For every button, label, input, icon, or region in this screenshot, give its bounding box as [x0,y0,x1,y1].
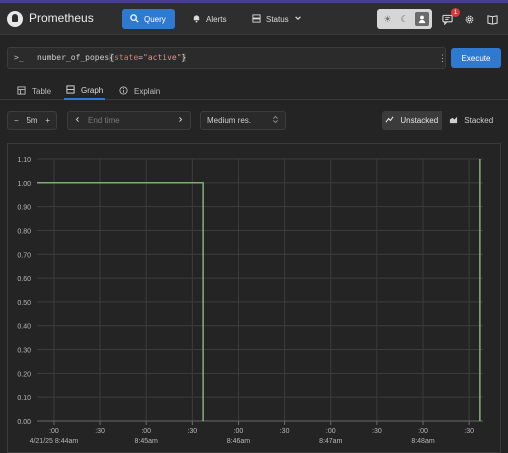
gear-icon[interactable] [462,12,476,26]
y-tick-label: 0.40 [17,324,31,331]
y-tick-label: 0.30 [17,348,31,355]
info-icon [119,86,128,97]
x-tick-label: :30 [95,428,105,435]
x-tick-label: :30 [280,428,290,435]
y-tick-label: 0.50 [17,300,31,307]
time-series-chart[interactable]: 0.00 0.10 0.20 0.30 0.40 0.50 0.60 0.70 0.80 0.90… [8,144,502,453]
metric-name: number_of_popes [37,53,110,62]
y-tick-label: 0.80 [17,228,31,235]
view-tabs: Table Graph Explain [0,80,508,100]
unstacked-chart-icon [385,115,394,126]
user-theme-icon[interactable] [414,12,429,26]
tab-explain[interactable]: Explain [117,83,162,100]
x-tick-label: :00 [234,428,244,435]
notification-badge: 1 [451,8,460,17]
y-tick-label: 0.90 [17,205,31,212]
label-value: "active" [143,53,182,62]
y-tick-label: 0.60 [17,276,31,283]
server-icon [252,13,261,25]
brand-title: Prometheus [29,11,94,25]
close-brace: } [181,53,187,62]
nav-alerts-button[interactable]: Alerts [184,9,234,29]
moon-icon[interactable]: ☾ [398,12,412,26]
x-tick-label: :00 [49,428,59,435]
increase-range-button[interactable]: + [45,116,50,125]
x-tick-label: :00 [418,428,428,435]
nav-query-label: Query [144,14,166,24]
resolution-select[interactable]: Medium res. [200,111,286,130]
stacked-label: Stacked [464,116,494,125]
x-tick-label: :00 [141,428,151,435]
more-options-icon[interactable]: ⋮ [438,53,447,64]
tab-graph[interactable]: Graph [64,83,106,100]
tab-table[interactable]: Table [15,83,53,100]
graph-panel: 0.00 0.10 0.20 0.30 0.40 0.50 0.60 0.70 0.80 0.90… [7,143,501,453]
chevron-down-icon [294,14,302,24]
search-icon [130,13,139,25]
x-tick-label: :30 [464,428,474,435]
end-time-picker: End time [67,111,191,130]
range-value[interactable]: 5m [26,116,37,125]
stacking-toggle: Unstacked Stacked [382,111,501,130]
sun-icon[interactable]: ☀ [381,12,395,26]
end-time-input[interactable]: End time [88,116,170,125]
label-name: state [114,53,139,62]
nav-status-dropdown[interactable]: Status [244,9,310,29]
x-tick-label: :00 [326,428,336,435]
x-tick-label: :30 [187,428,197,435]
nav-query-button[interactable]: Query [122,9,175,29]
stacked-chart-icon [449,115,458,126]
nav-status-label: Status [266,14,289,24]
y-tick-label: 0.10 [17,395,31,402]
tab-table-label: Table [32,87,52,96]
chevron-right-icon[interactable] [177,116,184,125]
y-tick-label: 1.00 [17,181,31,188]
stacked-button[interactable]: Stacked [442,111,502,130]
tab-explain-label: Explain [134,87,161,96]
x-tick-label: :30 [372,428,382,435]
expression-text[interactable]: number_of_popes{state="active"} [37,53,187,62]
unstacked-label: Unstacked [400,116,439,125]
x-tick-sublabel: 8:47am [319,438,343,445]
x-tick-sublabel: 8:48am [411,438,435,445]
tab-graph-label: Graph [81,86,104,95]
select-arrows-icon [272,115,279,126]
execute-button[interactable]: Execute [451,48,501,68]
top-navbar: Prometheus Query Alerts Status ☀ ☾ 1 [0,3,508,35]
y-tick-label: 0.70 [17,252,31,259]
table-icon [17,86,26,97]
graph-icon [66,85,75,96]
x-tick-sublabel: 8:45am [135,438,159,445]
resolution-value: Medium res. [207,116,252,125]
bell-icon [192,14,201,25]
theme-switcher: ☀ ☾ [377,9,432,29]
decrease-range-button[interactable]: − [14,116,19,125]
expression-input[interactable]: >_ number_of_popes{state="active"} ⋮ [7,47,447,69]
unstacked-button[interactable]: Unstacked [382,111,442,130]
range-input: − 5m + [7,111,57,130]
prometheus-logo-icon [7,11,23,27]
y-tick-label: 1.10 [17,157,31,164]
x-tick-sublabel: 8:46am [227,438,251,445]
y-tick-label: 0.00 [17,419,31,426]
chevron-left-icon[interactable] [74,116,81,125]
book-icon[interactable] [485,12,499,26]
y-tick-label: 0.20 [17,371,31,378]
nav-alerts-label: Alerts [206,14,227,24]
terminal-prompt-icon: >_ [14,53,24,62]
x-tick-sublabel: 4/21/25 8:44am [30,438,79,445]
